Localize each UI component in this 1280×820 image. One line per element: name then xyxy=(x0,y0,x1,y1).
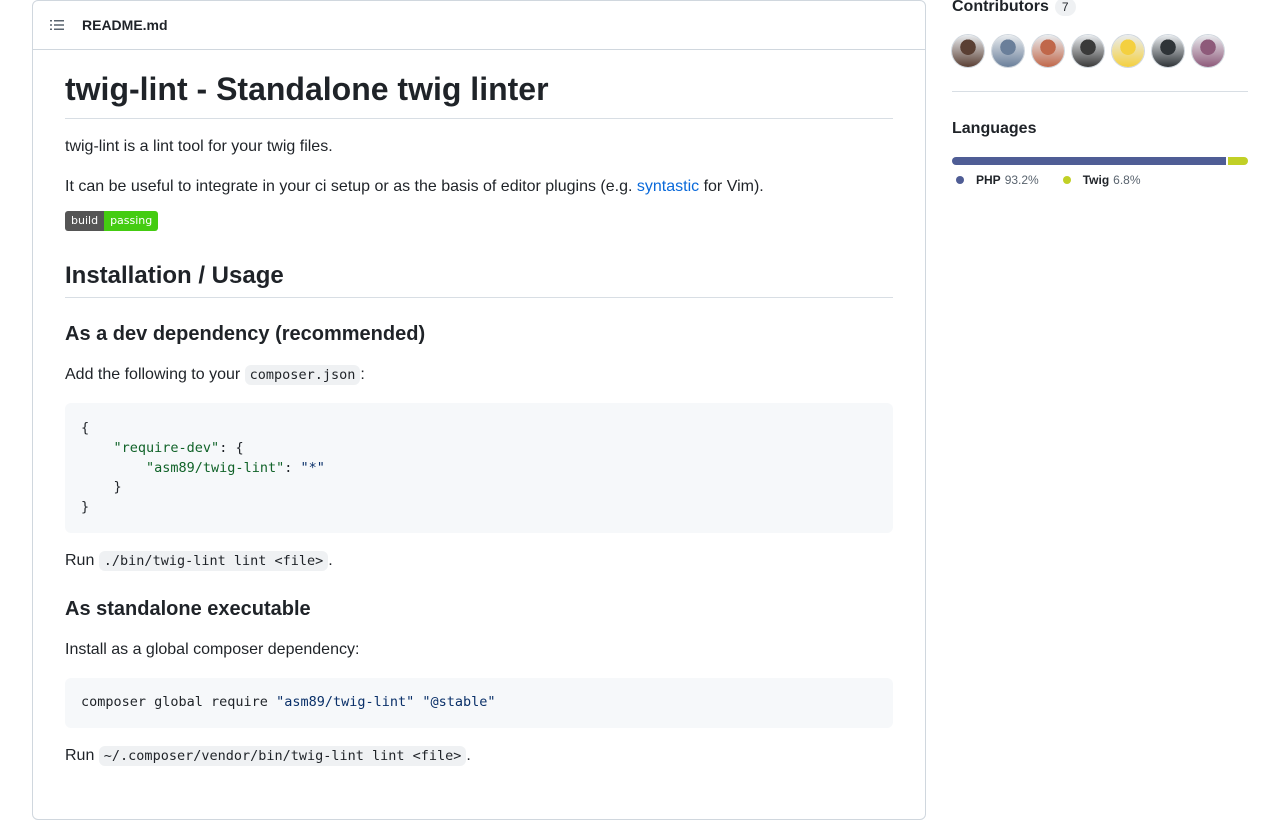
twig-language-percent: 6.8% xyxy=(1113,173,1141,187)
intro-text: twig-lint is a lint tool for your twig f… xyxy=(65,138,333,156)
global-cmd-package: "asm89/twig-lint" xyxy=(276,694,415,711)
readme-file-name[interactable]: README.md xyxy=(82,17,168,33)
language-item-php[interactable]: PHP 93.2% xyxy=(956,173,1039,187)
code-package-value: "*" xyxy=(300,459,325,476)
avatar[interactable] xyxy=(992,35,1024,67)
add-paragraph: Add the following to your composer.json: xyxy=(65,363,893,387)
sidebar: Contributors 7 Languages PHP 93.2% Twig … xyxy=(952,0,1248,187)
useful-text-pre: It can be useful to integrate in your ci… xyxy=(65,178,637,196)
readme-article: twig-lint - Standalone twig linter twig-… xyxy=(33,70,925,768)
run-global-pre: Run xyxy=(65,746,99,764)
global-command-block: composer global require "asm89/twig-lint… xyxy=(65,678,893,728)
twig-language-name: Twig xyxy=(1082,173,1110,187)
syntastic-link[interactable]: syntastic xyxy=(637,178,699,195)
avatar[interactable] xyxy=(952,35,984,67)
run-local-paragraph: Run ./bin/twig-lint lint <file>. xyxy=(65,549,893,573)
twig-color-dot xyxy=(1062,176,1071,184)
add-text-pre: Add the following to your xyxy=(65,366,245,384)
php-language-percent: 93.2% xyxy=(1004,173,1039,187)
contributors-heading[interactable]: Contributors 7 xyxy=(952,0,1248,16)
code-brace-close: } xyxy=(81,498,90,515)
avatar[interactable] xyxy=(1032,35,1064,67)
global-install-text: Install as a global composer dependency: xyxy=(65,641,360,659)
languages-title: Languages xyxy=(952,120,1037,137)
global-cmd-version: "@stable" xyxy=(422,694,496,711)
build-badge[interactable]: build passing xyxy=(65,211,159,232)
language-item-twig[interactable]: Twig 6.8% xyxy=(1062,173,1141,187)
contributors-title[interactable]: Contributors xyxy=(952,0,1049,15)
list-icon[interactable] xyxy=(49,17,65,33)
readme-header: README.md xyxy=(33,1,925,50)
run-global-paragraph: Run ~/.composer/vendor/bin/twig-lint lin… xyxy=(65,744,893,768)
run-local-code: ./bin/twig-lint lint <file> xyxy=(98,551,329,572)
code-package-sep: : xyxy=(284,459,301,476)
code-require-key: "require-dev" xyxy=(113,439,220,456)
run-global-post: . xyxy=(466,746,471,764)
avatar[interactable] xyxy=(1112,35,1144,67)
badge-status: passing xyxy=(104,211,159,232)
dev-dependency-heading: As a dev dependency (recommended) xyxy=(65,323,426,346)
readme-panel: README.md twig-lint - Standalone twig li… xyxy=(32,0,926,820)
useful-text-post: for Vim). xyxy=(699,178,764,196)
global-cmd-prefix: composer global require xyxy=(81,694,277,711)
badge-label: build xyxy=(65,211,105,232)
code-package-key: "asm89/twig-lint" xyxy=(146,459,285,476)
code-brace-open: { xyxy=(81,420,90,437)
installation-heading: Installation / Usage xyxy=(65,261,893,299)
readme-title: twig-lint - Standalone twig linter xyxy=(65,70,893,120)
contributors-count: 7 xyxy=(1054,0,1076,16)
language-list: PHP 93.2% Twig 6.8% xyxy=(952,173,1248,187)
code-inner-close: } xyxy=(113,479,122,496)
add-text-post: : xyxy=(360,366,365,384)
php-language-name: PHP xyxy=(976,173,1001,187)
composer-json-code: composer.json xyxy=(244,365,361,386)
run-global-code: ~/.composer/vendor/bin/twig-lint lint <f… xyxy=(98,745,467,766)
language-bar-segment[interactable] xyxy=(952,157,1227,165)
code-require-rest: : { xyxy=(219,439,244,456)
php-color-dot xyxy=(956,176,964,184)
avatar[interactable] xyxy=(1072,35,1104,67)
composer-code-block: { "require-dev": { "asm89/twig-lint": "*… xyxy=(65,403,893,534)
language-bar xyxy=(952,157,1248,165)
avatar[interactable] xyxy=(1152,35,1184,67)
avatar[interactable] xyxy=(1192,35,1224,67)
run-local-pre: Run xyxy=(65,552,99,570)
useful-paragraph: It can be useful to integrate in your ci… xyxy=(65,175,893,199)
run-local-post: . xyxy=(328,552,333,570)
language-bar-segment[interactable] xyxy=(1228,157,1248,165)
contributor-avatars xyxy=(952,35,1248,92)
standalone-heading: As standalone executable xyxy=(65,598,311,621)
